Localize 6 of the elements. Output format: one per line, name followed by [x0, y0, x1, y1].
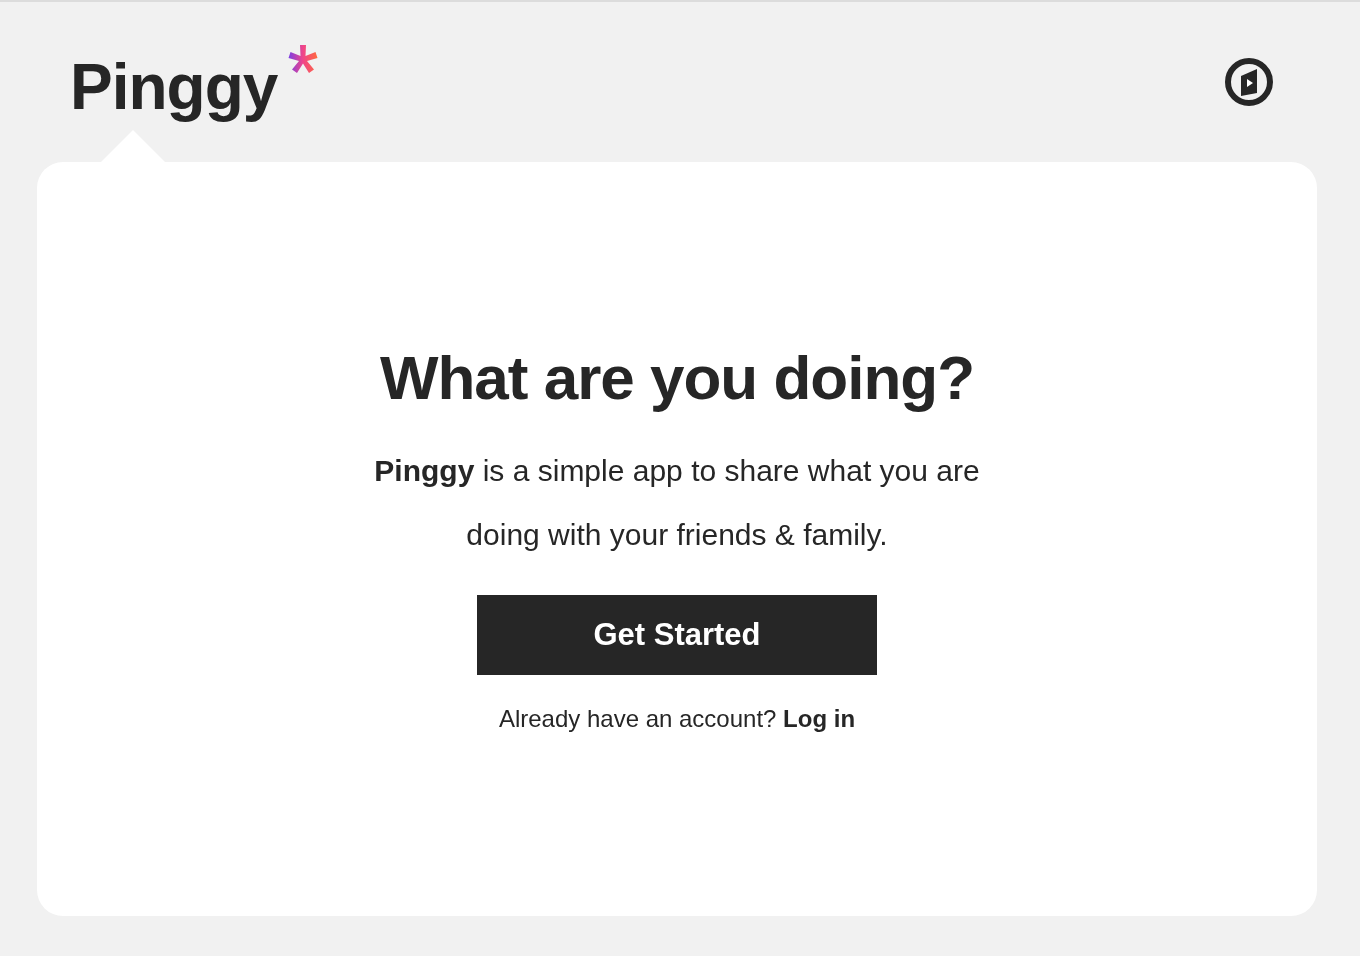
play-icon[interactable]: [1224, 57, 1274, 107]
description: Pinggy is a simple app to share what you are doing with your friends & family.: [373, 453, 981, 554]
login-prompt: Already have an account? Log in: [498, 704, 856, 735]
get-started-button[interactable]: Get Started: [477, 595, 877, 676]
heading: What are you doing?: [379, 341, 975, 414]
login-link[interactable]: Log in: [783, 705, 856, 733]
